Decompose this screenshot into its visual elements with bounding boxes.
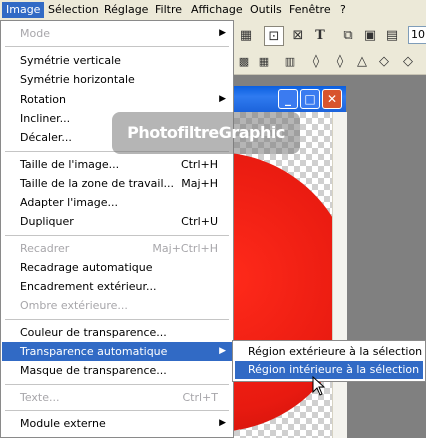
watermark: PhotofiltreGraphic bbox=[112, 112, 300, 154]
menu-affichage[interactable]: Affichage bbox=[187, 2, 247, 18]
crop-icon[interactable]: ⊠ bbox=[288, 26, 308, 46]
menu-item-taille-image[interactable]: Taille de l'image... Ctrl+H bbox=[2, 155, 232, 174]
menu-item-encadrement-exterieur[interactable]: Encadrement extérieur... bbox=[2, 277, 232, 296]
submenu-arrow-icon: ▶ bbox=[219, 28, 226, 38]
submenu-item-region-exterieure[interactable]: Région extérieure à la sélection bbox=[235, 343, 423, 361]
menu-bar: Image Sélection Réglage Filtre Affichage… bbox=[0, 0, 426, 21]
menu-image[interactable]: Image bbox=[2, 2, 45, 18]
menu-item-transparence-automatique[interactable]: Transparence automatique ▶ bbox=[2, 342, 232, 361]
document-title-bar[interactable]: _ □ ✕ bbox=[234, 86, 346, 112]
menu-item-adapter-image[interactable]: Adapter l'image... bbox=[2, 193, 232, 212]
menu-item-symetrie-horizontale[interactable]: Symétrie horizontale bbox=[2, 70, 232, 89]
submenu-arrow-icon: ▶ bbox=[219, 94, 226, 104]
menu-separator bbox=[5, 319, 229, 320]
menu-item-masque-transparence[interactable]: Masque de transparence... bbox=[2, 361, 232, 380]
menu-separator bbox=[5, 46, 229, 47]
submenu-item-region-interieure[interactable]: Région intérieure à la sélection bbox=[235, 361, 423, 379]
menu-item-symetrie-verticale[interactable]: Symétrie verticale bbox=[2, 51, 232, 70]
smudge-icon[interactable]: ◇ bbox=[398, 52, 418, 72]
menu-separator bbox=[5, 410, 229, 411]
color-picker-icon[interactable]: ▦ bbox=[236, 26, 256, 46]
grid-icon[interactable]: ▩ bbox=[234, 52, 254, 72]
menu-item-recadrage-automatique[interactable]: Recadrage automatique bbox=[2, 258, 232, 277]
stripes-icon[interactable]: ▥ bbox=[280, 52, 300, 72]
vertical-scrollbar[interactable] bbox=[332, 112, 347, 438]
minimize-icon[interactable]: _ bbox=[278, 89, 298, 109]
menu-reglage[interactable]: Réglage bbox=[100, 2, 152, 18]
mouse-pointer-icon bbox=[312, 376, 326, 396]
blur-icon[interactable]: ◇ bbox=[374, 52, 394, 72]
submenu-arrow-icon: ▶ bbox=[219, 346, 226, 356]
menu-item-module-externe[interactable]: Module externe ▶ bbox=[2, 414, 232, 433]
drop-icon[interactable]: ◊ bbox=[306, 52, 326, 72]
image-icon[interactable]: ▣ bbox=[360, 26, 380, 46]
menu-item-mode[interactable]: Mode ▶ bbox=[2, 24, 232, 43]
resize-image-icon[interactable]: ⊡ bbox=[264, 26, 284, 46]
transparence-submenu: Région extérieure à la sélection Région … bbox=[232, 340, 426, 382]
menu-item-rotation[interactable]: Rotation ▶ bbox=[2, 90, 232, 109]
zoom-input[interactable]: 10 bbox=[408, 26, 426, 44]
menu-item-couleur-transparence[interactable]: Couleur de transparence... bbox=[2, 323, 232, 342]
submenu-arrow-icon: ▶ bbox=[219, 418, 226, 428]
menu-item-ombre-exterieure[interactable]: Ombre extérieure... bbox=[2, 296, 232, 315]
menu-filtre[interactable]: Filtre bbox=[151, 2, 186, 18]
menu-item-texte[interactable]: Texte... Ctrl+T bbox=[2, 388, 232, 407]
layers-icon[interactable]: ⧉ bbox=[338, 26, 358, 46]
menu-separator bbox=[5, 235, 229, 236]
menu-item-dupliquer[interactable]: Dupliquer Ctrl+U bbox=[2, 212, 232, 231]
drop-outline-icon[interactable]: ◊ bbox=[330, 52, 350, 72]
menu-fenetre[interactable]: Fenêtre bbox=[285, 2, 335, 18]
menu-item-taille-zone-travail[interactable]: Taille de la zone de travail... Maj+H bbox=[2, 174, 232, 193]
mosaic-icon[interactable]: ▦ bbox=[254, 52, 274, 72]
close-icon[interactable]: ✕ bbox=[322, 89, 342, 109]
text-tool-icon[interactable]: T bbox=[310, 26, 330, 46]
menu-help[interactable]: ? bbox=[336, 2, 350, 18]
menu-item-recadrer[interactable]: Recadrer Maj+Ctrl+H bbox=[2, 239, 232, 258]
automate-icon[interactable]: ▤ bbox=[382, 26, 402, 46]
menu-selection[interactable]: Sélection bbox=[44, 2, 103, 18]
toolbar: ▦ ⊡ ⊠ T ⧉ ▣ ▤ ▩ ▦ ▥ ◊ ◊ △ ◇ ◇ bbox=[234, 20, 426, 75]
image-menu: Mode ▶ Symétrie verticale Symétrie horiz… bbox=[0, 20, 234, 438]
sharpen-icon[interactable]: △ bbox=[352, 52, 372, 72]
maximize-icon[interactable]: □ bbox=[300, 89, 320, 109]
menu-separator bbox=[5, 384, 229, 385]
menu-outils[interactable]: Outils bbox=[246, 2, 286, 18]
